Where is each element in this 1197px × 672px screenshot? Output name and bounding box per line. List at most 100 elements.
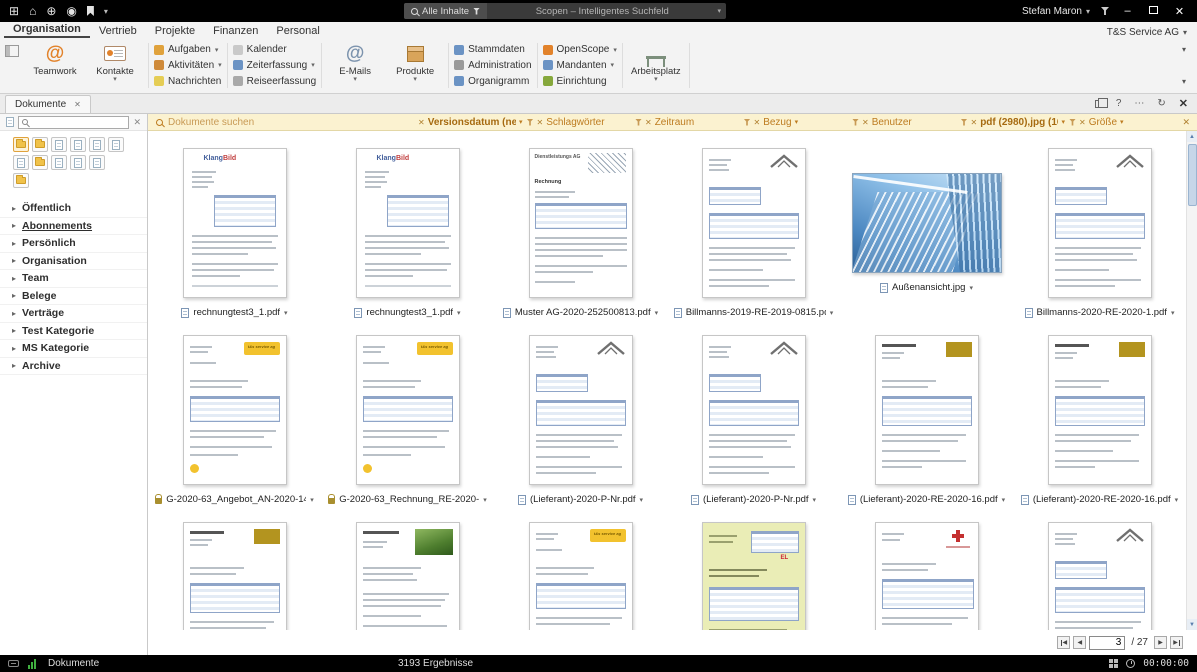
filter-zeitraum[interactable]: ✕ Zeitraum xyxy=(633,117,742,128)
ribbon-button-openscope[interactable]: OpenScope ▾ xyxy=(542,42,617,57)
global-search-input[interactable] xyxy=(487,5,718,17)
document-name[interactable]: Billmanns-2020-RE-2020-1.pdf xyxy=(1037,307,1167,318)
document-name[interactable]: Außenansicht.jpg xyxy=(892,282,965,293)
ribbon-tab-organisation[interactable]: Organisation xyxy=(4,22,90,38)
document-thumbnail[interactable]: EL xyxy=(701,522,806,630)
close-button[interactable]: ✕ xyxy=(1172,5,1187,18)
chevron-down-icon[interactable]: ▾ xyxy=(483,496,487,504)
chart-icon[interactable] xyxy=(28,658,39,669)
document-thumbnail[interactable] xyxy=(701,148,806,298)
chevron-down-icon[interactable]: ▾ xyxy=(655,309,659,317)
last-page-button[interactable]: ▶ xyxy=(1170,636,1183,649)
remove-filter-icon[interactable]: ✕ xyxy=(754,118,761,127)
ribbon-button-stammdaten[interactable]: Stammdaten xyxy=(454,42,525,57)
refresh-icon[interactable]: ↻ xyxy=(1157,98,1165,109)
sidebar-item-belege[interactable]: ▸ Belege xyxy=(0,288,147,305)
document-thumbnail[interactable] xyxy=(182,522,287,630)
scrollbar-down-button[interactable]: ▼ xyxy=(1186,619,1197,630)
chevron-down-icon[interactable]: ▾ xyxy=(969,284,973,292)
document-thumbnail[interactable]: t&s service ag xyxy=(355,335,460,485)
document-thumbnail[interactable] xyxy=(528,335,633,485)
remove-filter-icon[interactable]: ✕ xyxy=(971,118,978,127)
close-filterbar-icon[interactable]: ✕ xyxy=(1175,117,1197,128)
ribbon-button-organigramm[interactable]: Organigramm xyxy=(454,74,529,89)
sidebar-item-personlich[interactable]: ▸ Persönlich xyxy=(0,235,147,253)
category-folder-icon[interactable] xyxy=(13,173,29,188)
template-document-icon[interactable] xyxy=(51,155,67,170)
sidebar-item-offentlich[interactable]: ▸ Öffentlich xyxy=(0,200,147,218)
document-thumbnail[interactable] xyxy=(874,522,979,630)
import-document-icon[interactable] xyxy=(70,137,86,152)
chevron-down-icon[interactable]: ▾ xyxy=(1182,45,1186,54)
ribbon-button-aktivitaten[interactable]: Aktivitäten ▾ xyxy=(154,58,222,73)
sidebar-item-test-kategorie[interactable]: ▸ Test Kategorie xyxy=(0,323,147,340)
document-name[interactable]: G-2020-63_Angebot_AN-2020-14.... xyxy=(166,494,306,505)
ribbon-tab-vertrieb[interactable]: Vertrieb xyxy=(90,24,146,38)
document-name[interactable]: (Lieferant)-2020-RE-2020-16.pdf xyxy=(1033,494,1171,505)
document-thumbnail[interactable] xyxy=(1047,148,1152,298)
next-page-button[interactable]: ▶ xyxy=(1154,636,1167,649)
chevron-down-icon[interactable]: ▾ xyxy=(1175,496,1179,504)
chevron-down-icon[interactable]: ▾ xyxy=(457,309,461,317)
document-thumbnail[interactable]: Dienstleistungs AG Rechnung xyxy=(528,148,633,298)
document-name[interactable]: (Lieferant)-2020-P-Nr.pdf xyxy=(703,494,809,505)
scopevisio-logo-icon[interactable]: ◉ xyxy=(66,5,76,17)
apps-grid-icon[interactable]: ⊞ xyxy=(9,5,19,17)
home-icon[interactable]: ⌂ xyxy=(29,5,36,17)
ribbon-button-reiseerfassung[interactable]: Reiseerfassung xyxy=(232,74,316,89)
help-icon[interactable]: ? xyxy=(1116,98,1122,109)
filter-grosse[interactable]: ✕ Größe ▾ xyxy=(1067,117,1176,128)
ribbon-tab-finanzen[interactable]: Finanzen xyxy=(204,24,267,38)
filter-icon[interactable] xyxy=(1101,7,1109,15)
document-search-input[interactable] xyxy=(168,116,408,128)
remove-filter-icon[interactable]: ✕ xyxy=(862,118,869,127)
remove-filter-icon[interactable]: ✕ xyxy=(1079,118,1086,127)
ribbon-button-e-mails[interactable]: @ E-Mails ▾ xyxy=(327,41,383,83)
chevron-down-icon[interactable]: ▾ xyxy=(104,7,108,16)
minimize-button[interactable]: – xyxy=(1120,5,1135,17)
upload-document-icon[interactable] xyxy=(70,155,86,170)
document-name[interactable]: (Lieferant)-2020-RE-2020-16.pdf xyxy=(860,494,998,505)
ribbon-button-zeiterfassung[interactable]: Zeiterfassung ▾ xyxy=(232,58,315,73)
chevron-down-icon[interactable]: ▾ xyxy=(640,496,644,504)
maximize-button[interactable] xyxy=(1146,5,1161,17)
filter-schlagworter[interactable]: ✕ Schlagwörter xyxy=(525,117,634,128)
prev-page-button[interactable]: ◀ xyxy=(1073,636,1087,649)
document-thumbnail[interactable] xyxy=(851,173,1002,273)
scrollbar-thumb[interactable] xyxy=(1187,144,1197,206)
ribbon-button-nachrichten[interactable]: Nachrichten xyxy=(154,74,221,89)
ribbon-button-arbeitsplatz[interactable]: Arbeitsplatz ▾ xyxy=(628,41,684,83)
chevron-down-icon[interactable]: ▾ xyxy=(310,496,314,504)
remove-filter-icon[interactable]: ✕ xyxy=(645,118,652,127)
ribbon-button-kalender[interactable]: Kalender xyxy=(232,42,287,57)
chevron-down-icon[interactable]: ▾ xyxy=(1182,77,1186,86)
close-panel-icon[interactable]: ✕ xyxy=(1179,97,1188,110)
ribbon-tab-projekte[interactable]: Projekte xyxy=(146,24,204,38)
ribbon-button-mandanten[interactable]: Mandanten ▾ xyxy=(542,58,614,73)
filter-benutzer[interactable]: ✕ Benutzer xyxy=(850,117,959,128)
sidebar-item-vertrage[interactable]: ▸ Verträge xyxy=(0,305,147,323)
ribbon-button-einrichtung[interactable]: Einrichtung xyxy=(542,74,607,89)
vertical-scrollbar[interactable]: ▲ ▼ xyxy=(1186,131,1197,630)
remove-filter-icon[interactable]: ✕ xyxy=(418,118,425,127)
sidebar-item-organisation[interactable]: ▸ Organisation xyxy=(0,253,147,270)
document-thumbnail[interactable] xyxy=(701,335,806,485)
company-selector[interactable]: T&S Service AG ▾ xyxy=(1107,27,1197,38)
timer-icon[interactable] xyxy=(1126,659,1136,668)
new-folder-icon[interactable] xyxy=(13,137,29,152)
document-thumbnail[interactable]: t&s service ag xyxy=(528,522,633,630)
chevron-down-icon[interactable]: ▾ xyxy=(830,309,834,317)
document-thumbnail[interactable]: KlangBild xyxy=(182,148,287,298)
document-name[interactable]: (Lieferant)-2020-P-Nr.pdf xyxy=(530,494,636,505)
filter-pdf-2980-jpg-164[interactable]: ✕pdf (2980),jpg (164),...▾ xyxy=(959,117,1068,128)
scrollbar-up-button[interactable]: ▲ xyxy=(1186,131,1197,142)
document-name[interactable]: rechnungtest3_1.pdf xyxy=(366,307,453,318)
first-page-button[interactable]: ◀ xyxy=(1057,636,1071,649)
sidebar-search-input[interactable] xyxy=(31,117,126,127)
link-document-icon[interactable] xyxy=(89,155,105,170)
document-thumbnail[interactable] xyxy=(874,335,979,485)
duplicate-icon[interactable] xyxy=(1094,97,1108,108)
scan-document-icon[interactable] xyxy=(51,137,67,152)
sidebar-item-team[interactable]: ▸ Team xyxy=(0,270,147,288)
clear-search-icon[interactable]: ✕ xyxy=(133,117,141,128)
